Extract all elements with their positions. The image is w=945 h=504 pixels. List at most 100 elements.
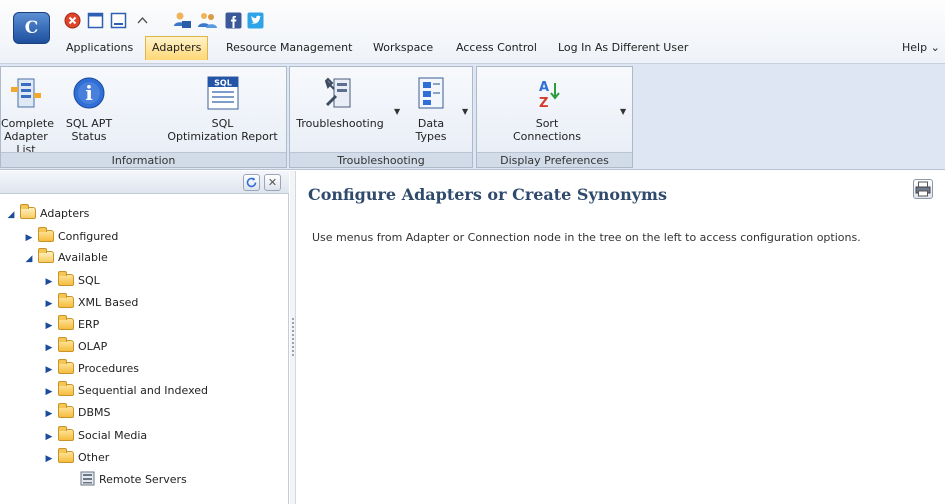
ribbon-group-information: Complete Adapter List i SQL APT Status S…	[0, 66, 287, 168]
sort-connections-label-2: Connections	[513, 130, 581, 143]
sql-apt-status-label-2: Status	[71, 130, 107, 143]
collapsed-arrow-icon[interactable]: ▶	[43, 381, 55, 403]
menu-help[interactable]: Help ⌄	[902, 36, 940, 60]
folder-icon	[58, 315, 74, 330]
folder-icon	[58, 293, 74, 308]
refresh-icon[interactable]	[243, 174, 260, 191]
tree-label-xml-based: XML Based	[78, 296, 139, 309]
folder-icon	[38, 227, 54, 242]
ribbon-group-label-troubleshooting: Troubleshooting	[290, 152, 472, 167]
window-minimize-icon[interactable]	[110, 12, 127, 29]
expanded-arrow-icon[interactable]: ◢	[5, 204, 17, 226]
collapsed-arrow-icon[interactable]: ▶	[23, 227, 35, 249]
data-types-button[interactable]: Data Types	[402, 75, 460, 143]
twitter-icon[interactable]	[247, 12, 264, 29]
tree-label-sequential-and-indexed: Sequential and Indexed	[78, 384, 208, 397]
data-types-icon	[418, 77, 444, 109]
tree-node-available[interactable]: ◢ Available	[23, 247, 108, 269]
close-session-icon[interactable]	[64, 12, 81, 29]
menu-access-control[interactable]: Access Control	[456, 36, 537, 60]
tree-node-olap[interactable]: ▶ OLAP	[43, 336, 107, 358]
close-icon[interactable]: ✕	[264, 174, 281, 191]
collapsed-arrow-icon[interactable]: ▶	[43, 293, 55, 315]
tree-node-adapters[interactable]: ◢ Adapters	[5, 203, 89, 225]
tree-label-configured: Configured	[58, 230, 119, 243]
tree-label-dbms: DBMS	[78, 406, 111, 419]
data-types-label-2: Types	[415, 130, 447, 143]
menu-adapters[interactable]: Adapters	[145, 36, 209, 60]
troubleshooting-dropdown-icon[interactable]: ▼	[394, 107, 400, 116]
info-icon: i	[73, 77, 105, 109]
collapsed-arrow-icon[interactable]: ▶	[43, 315, 55, 337]
tree-node-procedures[interactable]: ▶ Procedures	[43, 358, 139, 380]
tree-node-sequential-and-indexed[interactable]: ▶ Sequential and Indexed	[43, 380, 208, 402]
chevron-down-icon: ⌄	[930, 41, 940, 54]
main-menu-bar: Applications Adapters Resource Managemen…	[62, 36, 945, 60]
folder-icon	[58, 337, 74, 352]
sort-connections-label-1: Sort	[535, 117, 559, 130]
complete-adapter-list-button[interactable]: Complete Adapter List	[1, 75, 55, 156]
tree-label-erp: ERP	[78, 318, 100, 331]
collapsed-arrow-icon[interactable]: ▶	[43, 448, 55, 470]
menu-resource-management[interactable]: Resource Management	[226, 36, 352, 60]
tree-node-dbms[interactable]: ▶ DBMS	[43, 402, 111, 424]
expanded-arrow-icon[interactable]: ◢	[23, 248, 35, 270]
app-logo-icon[interactable]: C	[13, 12, 50, 44]
tree-label-remote-servers: Remote Servers	[99, 473, 187, 486]
sort-connections-dropdown-icon[interactable]: ▼	[620, 107, 626, 116]
folder-icon	[58, 359, 74, 374]
facebook-icon[interactable]	[225, 12, 242, 29]
collapsed-arrow-icon[interactable]: ▶	[43, 359, 55, 381]
troubleshooting-button[interactable]: Troubleshooting	[292, 75, 388, 130]
folder-open-icon	[20, 204, 36, 219]
user-sql-icon[interactable]	[173, 11, 192, 30]
tree-label-procedures: Procedures	[78, 362, 139, 375]
complete-adapter-list-label-1: Complete	[1, 117, 55, 130]
tree-node-sql[interactable]: ▶ SQL	[43, 270, 100, 292]
tree-label-sql: SQL	[78, 274, 100, 287]
troubleshooting-tools-icon	[324, 77, 351, 108]
collapsed-arrow-icon[interactable]: ▶	[43, 426, 55, 448]
ribbon-group-label-display-preferences: Display Preferences	[477, 152, 632, 167]
tree-node-social-media[interactable]: ▶ Social Media	[43, 425, 147, 447]
tree-node-remote-servers[interactable]: Remote Servers	[80, 469, 187, 491]
tree-node-erp[interactable]: ▶ ERP	[43, 314, 99, 336]
tree-node-other[interactable]: ▶ Other	[43, 447, 109, 469]
folder-icon	[58, 448, 74, 463]
folder-icon	[58, 271, 74, 286]
tree-node-xml-based[interactable]: ▶ XML Based	[43, 292, 138, 314]
data-types-dropdown-icon[interactable]: ▼	[462, 107, 468, 116]
menu-workspace[interactable]: Workspace	[373, 36, 433, 60]
tree-node-configured[interactable]: ▶ Configured	[23, 226, 118, 248]
adapter-tree-panel: ✕ ◢ Adapters ▶ Configured ◢ Available ▶ SQL …	[0, 171, 289, 504]
collapsed-arrow-icon[interactable]: ▶	[43, 271, 55, 293]
tree-panel-header: ✕	[0, 171, 289, 194]
sql-report-icon: SQL	[207, 76, 238, 110]
sort-connections-button[interactable]: A Z Sort Connections	[497, 75, 597, 143]
splitter-grip-icon[interactable]	[292, 318, 294, 358]
menu-applications[interactable]: Applications	[66, 36, 133, 60]
sql-optimization-report-button[interactable]: SQL SQL Optimization Report	[159, 75, 286, 143]
main-content: Configure Adapters or Create Synonyms Us…	[297, 171, 945, 504]
folder-icon	[58, 381, 74, 396]
adapter-list-icon	[11, 78, 41, 108]
sql-apt-status-button[interactable]: i SQL APT Status	[61, 75, 117, 143]
page-title: Configure Adapters or Create Synonyms	[308, 185, 667, 204]
print-icon[interactable]	[913, 179, 933, 199]
sql-apt-status-label-1: SQL APT	[65, 117, 113, 130]
collapsed-arrow-icon[interactable]: ▶	[43, 403, 55, 425]
folder-icon	[58, 403, 74, 418]
sql-optimization-report-label-1: SQL	[211, 117, 234, 130]
ribbon: Complete Adapter List i SQL APT Status S…	[0, 64, 945, 170]
top-toolbar: C Applications Adapters Resource Managem…	[0, 0, 945, 64]
menu-help-label: Help	[902, 41, 928, 54]
menu-log-in-as-different-user[interactable]: Log In As Different User	[558, 36, 688, 60]
collapsed-arrow-icon[interactable]: ▶	[43, 337, 55, 359]
folder-icon	[58, 426, 74, 441]
collapse-ribbon-icon[interactable]	[134, 12, 151, 29]
users-group-icon[interactable]	[198, 11, 217, 30]
ribbon-group-display-preferences: A Z Sort Connections ▼ Display Preferenc…	[476, 66, 633, 168]
window-restore-icon[interactable]	[87, 12, 104, 29]
info-glyph: i	[85, 81, 93, 105]
tree-label-adapters: Adapters	[40, 207, 90, 220]
